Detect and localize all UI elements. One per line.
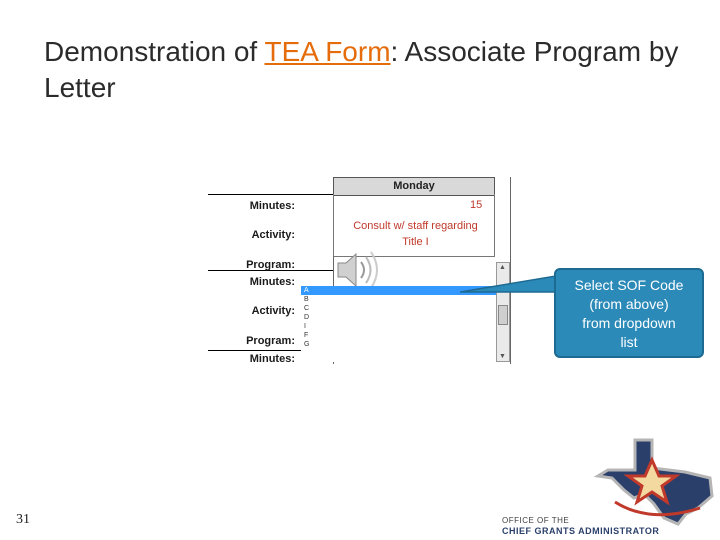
activity-label: Activity: [251, 229, 295, 241]
activity-value[interactable]: Consult w/ staff regarding Title I [338, 218, 493, 250]
dropdown-option[interactable]: G [301, 340, 496, 349]
row-divider [208, 194, 333, 195]
texas-star-logo [593, 438, 714, 526]
slide-title: Demonstration of TEA Form: Associate Pro… [44, 34, 684, 106]
scroll-down-icon[interactable]: ▼ [499, 353, 506, 360]
callout-text: Select SOF Code [574, 277, 684, 293]
dropdown-option[interactable]: I [301, 322, 496, 331]
logo-line: OFFICE OF THE [502, 516, 570, 525]
dropdown-option[interactable]: D [301, 313, 496, 322]
dropdown-option[interactable]: C [301, 304, 496, 313]
callout-text: list [620, 334, 638, 350]
callout-text: from dropdown [582, 315, 676, 331]
activity-label: Activity: [251, 305, 295, 317]
minutes-label: Minutes: [249, 276, 295, 288]
scroll-thumb[interactable] [498, 305, 508, 325]
minutes-value[interactable]: 15 [470, 199, 482, 211]
office-logo-text: OFFICE OF THE CHIEF GRANTS ADMINISTRATOR [502, 515, 659, 537]
activity-line: Consult w/ staff regarding [353, 220, 478, 232]
minutes-label: Minutes: [249, 200, 295, 212]
callout-pointer-icon [460, 275, 557, 293]
program-label: Program: [246, 259, 295, 271]
minutes-label: Minutes: [249, 353, 295, 365]
dropdown-option[interactable]: F [301, 331, 496, 340]
title-prefix: Demonstration of [44, 36, 265, 67]
callout-box: Select SOF Code (from above) from dropdo… [554, 268, 704, 358]
logo-line: CHIEF GRANTS ADMINISTRATOR [502, 526, 660, 536]
callout-text: (from above) [589, 296, 669, 312]
program-label: Program: [246, 335, 295, 347]
slide-number: 31 [16, 512, 30, 527]
tea-form-link[interactable]: TEA Form [265, 36, 391, 67]
